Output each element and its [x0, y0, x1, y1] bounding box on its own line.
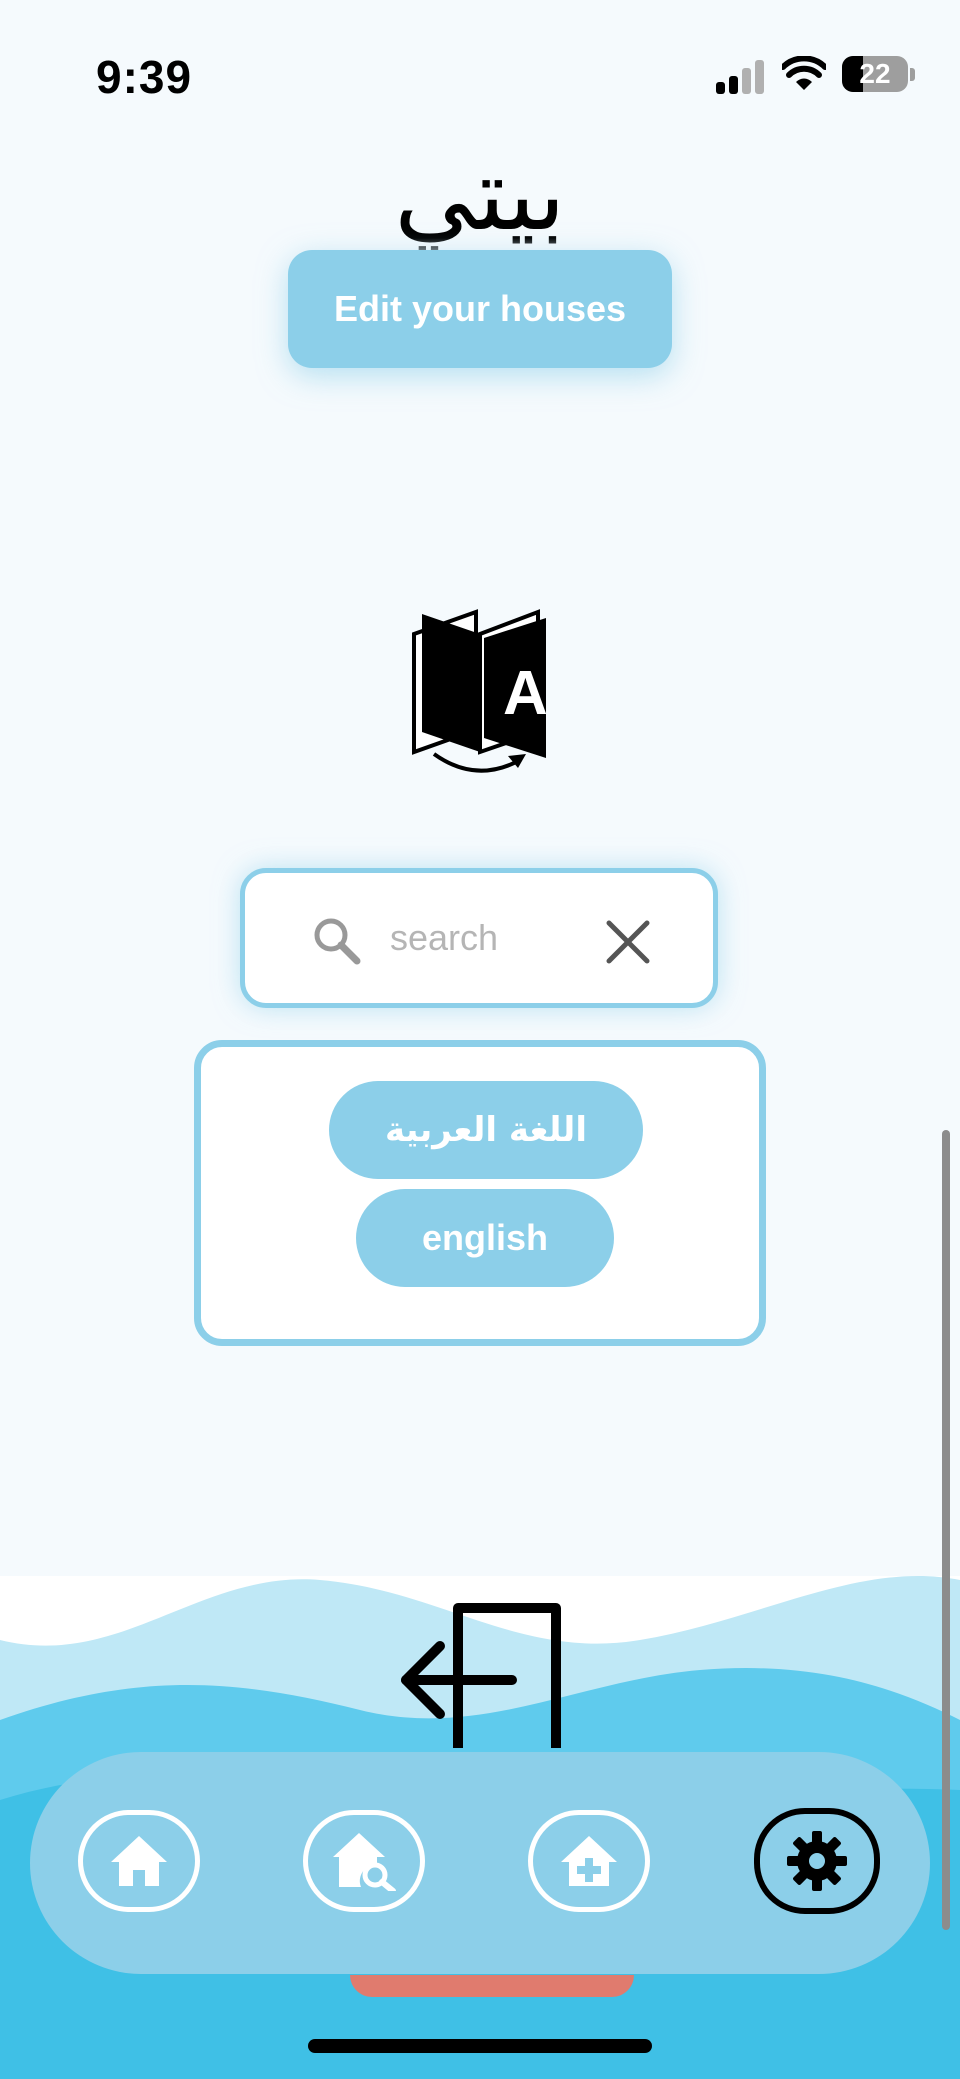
translate-icon: A え [412, 609, 548, 773]
language-panel: اللغة العربية english [194, 1040, 766, 1346]
gear-icon [787, 1831, 847, 1891]
active-indicator-tab [350, 1975, 634, 1997]
status-bar: 9:39 22 [0, 0, 960, 150]
logout-icon[interactable] [396, 1598, 566, 1758]
search-icon [314, 918, 361, 965]
home-icon [111, 1836, 167, 1886]
status-time: 9:39 [96, 51, 193, 103]
battery-tip [910, 68, 915, 81]
app-logo: بيتي [394, 136, 566, 253]
cellular-signal-icon [716, 60, 766, 94]
nav-settings-button[interactable] [754, 1808, 880, 1914]
battery-level: 22 [859, 58, 891, 89]
search-input[interactable]: search [390, 917, 498, 959]
scrollbar[interactable] [942, 1130, 950, 1930]
edit-houses-button[interactable]: Edit your houses [288, 250, 672, 368]
search-field[interactable]: search [240, 868, 718, 1008]
home-indicator[interactable] [308, 2039, 652, 2053]
svg-text:え: え [418, 668, 466, 724]
bottom-nav [30, 1752, 930, 1974]
svg-text:A: A [503, 659, 548, 728]
house-search-icon [333, 1833, 396, 1891]
close-icon[interactable] [605, 919, 651, 965]
nav-home-button[interactable] [78, 1810, 200, 1912]
arabic-language-button[interactable]: اللغة العربية [329, 1081, 643, 1179]
house-add-icon [561, 1836, 617, 1886]
nav-add-house-button[interactable] [528, 1810, 650, 1912]
battery-icon: 22 [842, 56, 908, 92]
nav-search-houses-button[interactable] [303, 1810, 425, 1912]
english-language-button[interactable]: english [356, 1189, 614, 1287]
wifi-icon [782, 56, 826, 90]
